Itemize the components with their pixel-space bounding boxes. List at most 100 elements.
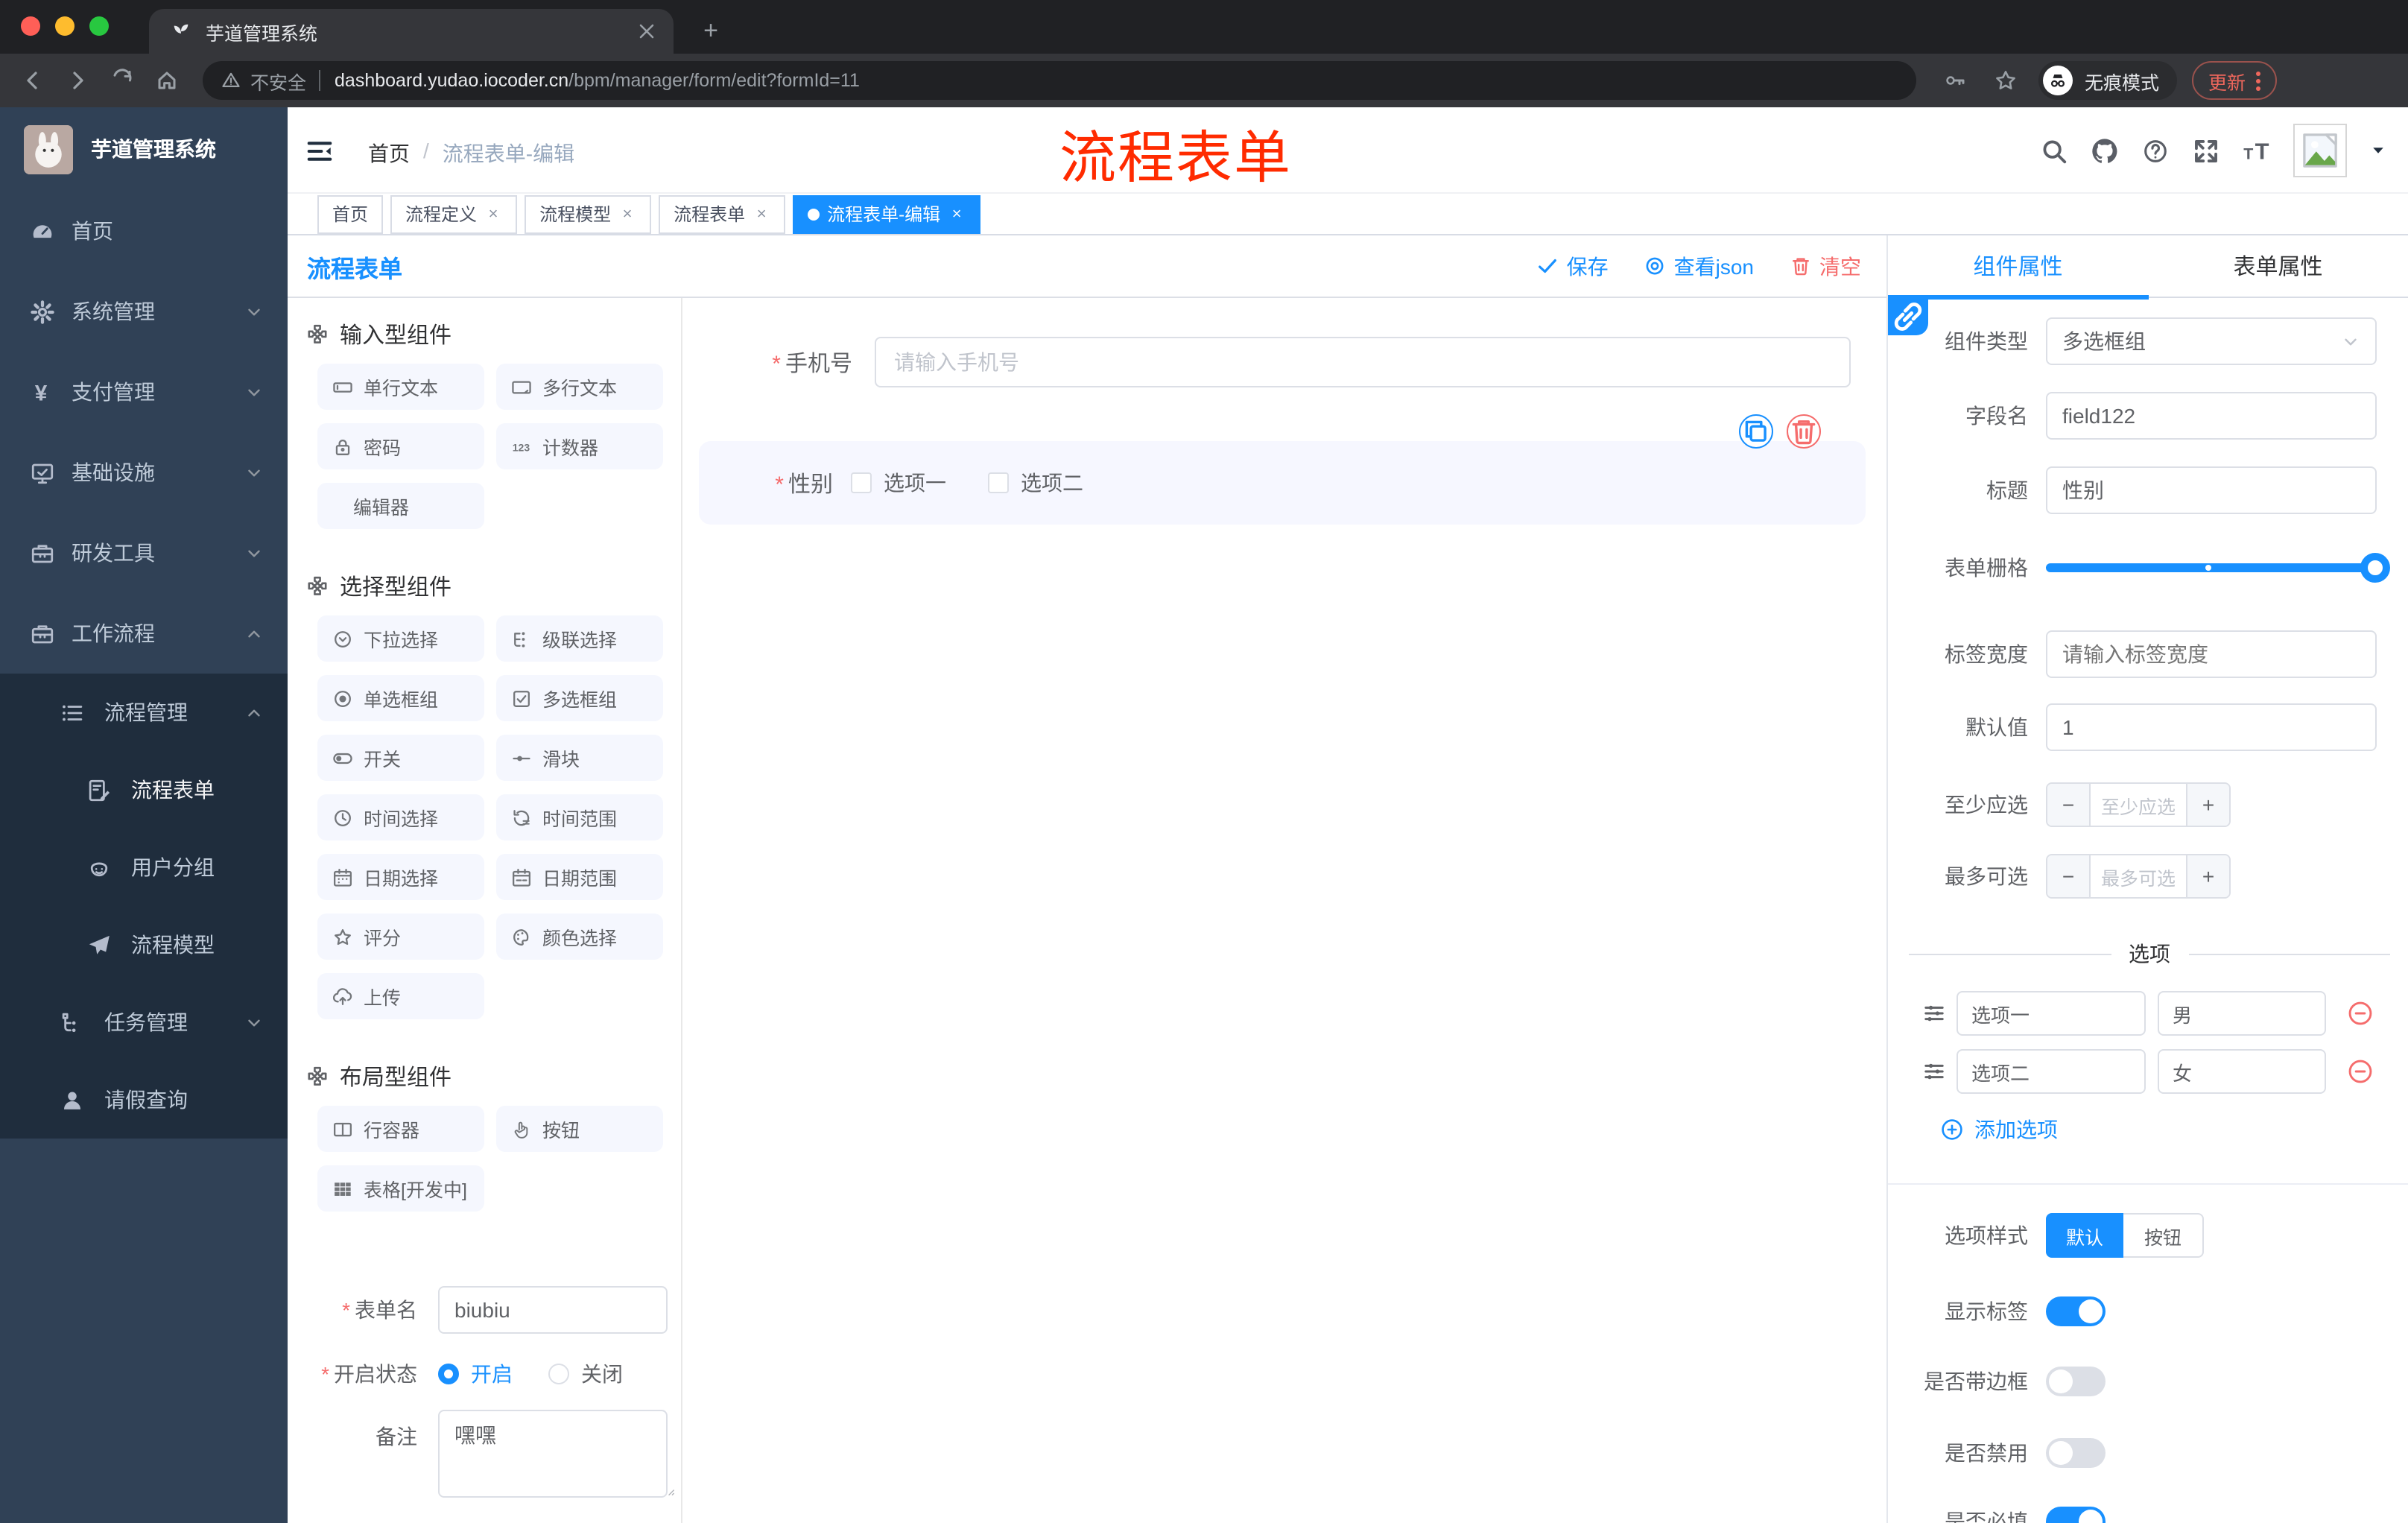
sidebar-item-process-form[interactable]: 流程表单 [0,751,288,829]
option-value-input[interactable] [2158,991,2326,1036]
remark-textarea[interactable]: 嘿嘿 [438,1410,668,1498]
palette-item-time-range[interactable]: 时间范围 [496,794,663,840]
palette-item-table[interactable]: 表格[开发中] [317,1165,484,1212]
stepper-plus-button[interactable]: + [2187,855,2229,897]
phone-input[interactable] [875,337,1851,387]
search-icon[interactable] [2040,136,2068,165]
max-select-stepper[interactable]: − 最多可选 + [2046,854,2231,899]
sidebar-item-task-mgmt[interactable]: 任务管理 [0,984,288,1061]
sidebar-item-user-group[interactable]: 用户分组 [0,829,288,906]
palette-item-color-pick[interactable]: 颜色选择 [496,914,663,960]
user-avatar[interactable] [2293,124,2347,177]
gender-option1-checkbox[interactable]: 选项一 [851,468,946,498]
palette-item-rate[interactable]: 评分 [317,914,484,960]
disabled-toggle[interactable] [2046,1438,2106,1468]
palette-item-editor[interactable]: 编辑器 [317,483,484,529]
tag-home[interactable]: 首页 [317,194,384,233]
palette-item-upload[interactable]: 上传 [317,973,484,1019]
link-tab[interactable] [1888,298,1928,335]
tag-process-model[interactable]: 流程模型 × [525,194,652,233]
zoom-window-button[interactable] [89,16,109,36]
palette-item-single-text[interactable]: 单行文本 [317,364,484,410]
palette-item-password[interactable]: 密码 [317,423,484,469]
help-icon[interactable] [2141,136,2170,165]
address-bar[interactable]: 不安全 dashboard.yudao.iocoder.cn/bpm/manag… [203,61,1916,100]
status-on-radio[interactable]: 开启 [438,1359,513,1389]
slider-thumb[interactable] [2360,553,2390,583]
max-select-placeholder[interactable]: 最多可选 [2089,855,2187,897]
update-browser-button[interactable]: 更新 [2192,61,2278,100]
remove-option-icon[interactable] [2347,1058,2374,1085]
gender-option2-checkbox[interactable]: 选项二 [988,468,1083,498]
new-tab-button[interactable]: + [694,15,727,48]
style-button-button[interactable]: 按钮 [2123,1213,2204,1258]
label-width-input[interactable] [2046,630,2377,678]
sidebar-item-pay[interactable]: ¥ 支付管理 [0,352,288,432]
sidebar-item-process-model[interactable]: 流程模型 [0,906,288,984]
palette-item-time-pick[interactable]: 时间选择 [317,794,484,840]
palette-item-counter[interactable]: 123 计数器 [496,423,663,469]
drag-handle-icon[interactable] [1922,1001,1946,1025]
browser-menu-icon[interactable] [2256,71,2261,90]
default-value-input[interactable] [2046,703,2377,751]
palette-item-switch[interactable]: 开关 [317,735,484,781]
forward-icon[interactable] [60,63,95,98]
palette-item-cascader[interactable]: 级联选择 [496,615,663,662]
field-name-input[interactable] [2046,392,2377,440]
minimize-window-button[interactable] [55,16,75,36]
required-toggle[interactable] [2046,1507,2106,1523]
palette-item-button[interactable]: 按钮 [496,1106,663,1152]
save-button[interactable]: 保存 [1537,251,1609,281]
view-json-button[interactable]: 查看json [1644,251,1754,281]
avatar-caret-icon[interactable] [2369,142,2387,159]
tag-process-def[interactable]: 流程定义 × [390,194,518,233]
min-select-placeholder[interactable]: 至少应选 [2089,784,2187,826]
show-label-toggle[interactable] [2046,1296,2106,1326]
browser-tab[interactable]: 芋道管理系统 [149,9,674,54]
home-icon[interactable] [149,63,185,98]
font-size-icon[interactable]: TT [2243,136,2271,165]
stepper-plus-button[interactable]: + [2187,784,2229,826]
selected-gender-component[interactable]: * 性别 选项一 选项二 [699,414,1866,525]
fullscreen-icon[interactable] [2192,136,2220,165]
drag-handle-icon[interactable] [1922,1060,1946,1083]
tag-process-form[interactable]: 流程表单 × [659,194,786,233]
window-controls[interactable] [21,16,109,36]
status-off-radio[interactable]: 关闭 [548,1359,623,1389]
back-icon[interactable] [15,63,51,98]
tag-process-form-edit-active[interactable]: 流程表单-编辑 × [793,194,981,233]
add-option-button[interactable]: 添加选项 [1940,1115,2408,1144]
option-value-input[interactable] [2158,1049,2326,1094]
grid-slider[interactable] [2046,547,2390,589]
copy-component-button[interactable] [1739,414,1773,449]
bookmark-star-icon[interactable] [1988,63,2024,98]
option-label-input[interactable] [1956,1049,2146,1094]
resize-handle-icon[interactable] [662,1478,677,1495]
delete-component-button[interactable] [1787,414,1821,449]
palette-item-multi-text[interactable]: 多行文本 [496,364,663,410]
palette-item-dropdown[interactable]: 下拉选择 [317,615,484,662]
tag-close-icon[interactable]: × [484,205,502,223]
phone-field[interactable]: * 手机号 [682,337,1886,387]
close-window-button[interactable] [21,16,40,36]
palette-item-date-pick[interactable]: 日期选择 [317,854,484,900]
sidebar-item-workflow[interactable]: 工作流程 [0,593,288,674]
sidebar-item-process-mgmt[interactable]: 流程管理 [0,674,288,751]
reload-icon[interactable] [104,63,140,98]
palette-item-slider[interactable]: 滑块 [496,735,663,781]
palette-item-row[interactable]: 行容器 [317,1106,484,1152]
sidebar-item-devtools[interactable]: 研发工具 [0,513,288,593]
palette-item-checkbox-group[interactable]: 多选框组 [496,675,663,721]
border-toggle[interactable] [2046,1367,2106,1396]
min-select-stepper[interactable]: − 至少应选 + [2046,782,2231,827]
tab-form-props[interactable]: 表单属性 [2148,235,2408,297]
remove-option-icon[interactable] [2347,1000,2374,1027]
collapse-sidebar-icon[interactable] [305,137,334,165]
sidebar-item-leave-query[interactable]: 请假查询 [0,1061,288,1139]
breadcrumb-home[interactable]: 首页 [368,139,410,168]
clear-button[interactable]: 清空 [1790,251,1861,281]
stepper-minus-button[interactable]: − [2047,784,2089,826]
github-icon[interactable] [2091,136,2119,165]
style-default-button[interactable]: 默认 [2046,1213,2123,1258]
sidebar-item-home[interactable]: 首页 [0,191,288,271]
